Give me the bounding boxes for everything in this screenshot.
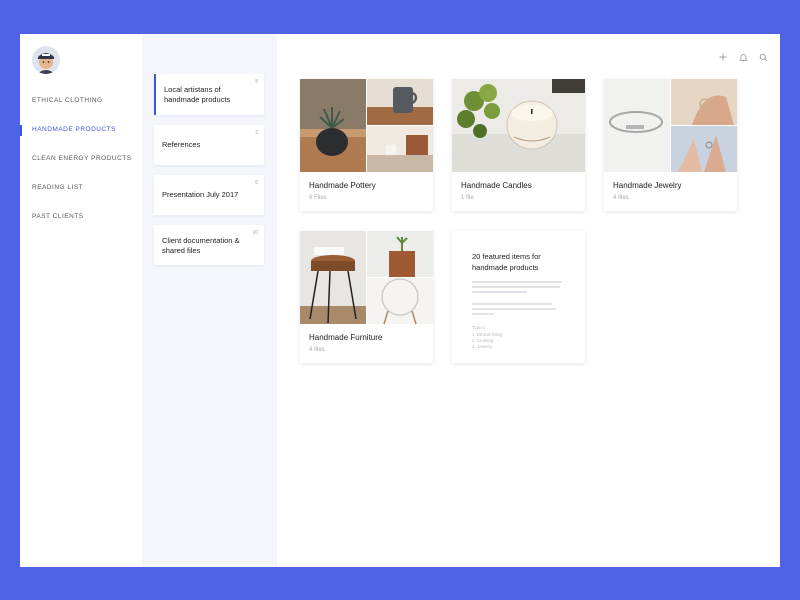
card-title: Handmade Pottery <box>309 181 376 190</box>
folder-item[interactable]: Presentation July 2017 6 <box>154 175 264 215</box>
folder-count: 6 <box>255 180 258 186</box>
sidebar-item-clean-energy-products[interactable]: CLEAN ENERGY PRODUCTS <box>20 150 142 179</box>
note-list-item: 3. Jewelry <box>472 344 493 349</box>
pottery-collage-image <box>300 79 433 172</box>
card-file-count: 6 Files <box>309 195 327 201</box>
folder-item[interactable]: Local artistans of handmade products 8 <box>154 74 264 115</box>
folder-title: Presentation July 2017 <box>162 190 239 199</box>
furniture-collage-image <box>300 231 433 324</box>
sidebar-item-ethical-clothing[interactable]: ETHICAL CLOTHING <box>20 92 142 121</box>
note-title: 20 featured items for handmade products <box>472 252 541 272</box>
folder-list: Local artistans of handmade products 8 R… <box>142 34 277 567</box>
card-file-count: 4 files <box>613 195 629 201</box>
sidebar: ETHICAL CLOTHING HANDMADE PRODUCTS CLEAN… <box>20 34 142 567</box>
folder-count: 2 <box>255 130 258 136</box>
folder-count: 8 <box>255 79 258 85</box>
main-content: Handmade Pottery 6 Files Handmade Candle… <box>277 34 780 567</box>
folder-item[interactable]: Client documentation & shared files 10 <box>154 225 264 265</box>
toolbar <box>718 52 768 62</box>
collection-card-candles[interactable]: Handmade Candles 1 file <box>452 79 585 211</box>
folder-item[interactable]: References 2 <box>154 125 264 165</box>
note-card[interactable]: 20 featured items for handmade products … <box>452 231 585 363</box>
text-placeholder-line <box>472 308 556 310</box>
avatar[interactable] <box>32 46 60 74</box>
sidebar-nav: ETHICAL CLOTHING HANDMADE PRODUCTS CLEAN… <box>20 92 142 237</box>
text-placeholder-line <box>472 303 552 305</box>
jewelry-collage-image <box>604 79 737 172</box>
card-file-count: 4 files <box>309 347 325 353</box>
card-title: Handmade Furniture <box>309 333 383 342</box>
text-placeholder-line <box>472 281 562 283</box>
sidebar-item-reading-list[interactable]: READING LIST <box>20 179 142 208</box>
card-title: Handmade Candles <box>461 181 532 190</box>
folder-count: 10 <box>252 230 258 236</box>
card-file-count: 1 file <box>461 195 474 201</box>
folder-title: Client documentation & shared files <box>162 236 240 255</box>
app-window: ETHICAL CLOTHING HANDMADE PRODUCTS CLEAN… <box>20 34 780 567</box>
text-placeholder-line <box>472 286 560 288</box>
collection-card-jewelry[interactable]: Handmade Jewelry 4 files <box>604 79 737 211</box>
sidebar-item-past-clients[interactable]: PAST CLIENTS <box>20 208 142 237</box>
folder-title: References <box>162 140 201 149</box>
note-list-label: Topics <box>472 325 485 330</box>
collection-card-furniture[interactable]: Handmade Furniture 4 files <box>300 231 433 363</box>
plus-icon[interactable] <box>718 52 728 62</box>
candles-image <box>452 79 585 172</box>
sidebar-item-handmade-products[interactable]: HANDMADE PRODUCTS <box>20 121 142 150</box>
search-icon[interactable] <box>758 52 768 62</box>
collection-card-pottery[interactable]: Handmade Pottery 6 Files <box>300 79 433 211</box>
text-placeholder-line <box>472 313 494 315</box>
card-title: Handmade Jewelry <box>613 181 682 190</box>
bell-icon[interactable] <box>738 52 748 62</box>
text-placeholder-line <box>472 291 527 293</box>
folder-title: Local artistans of handmade products <box>164 85 231 104</box>
